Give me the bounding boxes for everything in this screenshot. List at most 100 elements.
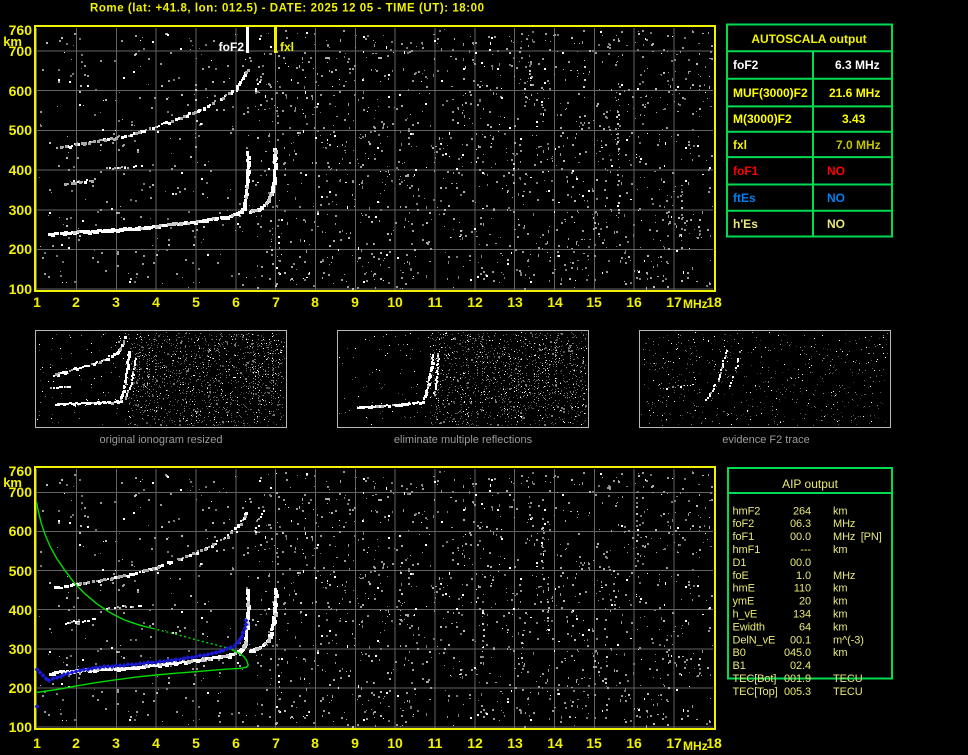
svg-text:ftEs: ftEs xyxy=(733,191,756,205)
svg-text:3: 3 xyxy=(112,294,120,310)
svg-text:9: 9 xyxy=(351,294,359,310)
svg-text:15: 15 xyxy=(586,735,602,751)
svg-text:1: 1 xyxy=(33,735,41,751)
svg-text:6.3 MHz: 6.3 MHz xyxy=(835,58,880,72)
svg-text:h'Es: h'Es xyxy=(733,217,758,231)
svg-text:original ionogram resized: original ionogram resized xyxy=(100,434,223,446)
svg-text:km: km xyxy=(833,596,847,608)
svg-text:300: 300 xyxy=(9,202,33,218)
svg-text:hmE: hmE xyxy=(733,583,755,595)
svg-text:001.9: 001.9 xyxy=(784,673,811,685)
svg-text:400: 400 xyxy=(9,602,33,618)
svg-text:fxl: fxl xyxy=(733,138,747,152)
svg-text:TECU: TECU xyxy=(833,686,863,698)
svg-text:00.0: 00.0 xyxy=(790,531,811,543)
svg-text:600: 600 xyxy=(9,83,33,99)
svg-text:D1: D1 xyxy=(733,557,747,569)
svg-text:200: 200 xyxy=(9,241,33,257)
svg-text:11: 11 xyxy=(428,294,443,310)
svg-text:TEC[Top]: TEC[Top] xyxy=(733,686,778,698)
svg-text:MHz: MHz xyxy=(683,297,708,311)
svg-text:12: 12 xyxy=(467,294,483,310)
svg-text:6: 6 xyxy=(232,294,240,310)
svg-text:134: 134 xyxy=(793,609,811,621)
svg-text:16: 16 xyxy=(626,294,642,310)
svg-text:10: 10 xyxy=(387,294,403,310)
svg-text:00.0: 00.0 xyxy=(790,557,811,569)
svg-text:km: km xyxy=(833,621,847,633)
svg-text:7: 7 xyxy=(272,294,280,310)
svg-text:300: 300 xyxy=(9,641,33,657)
svg-text:64: 64 xyxy=(799,621,811,633)
svg-text:evidence F2 trace: evidence F2 trace xyxy=(722,434,809,446)
svg-text:h_vE: h_vE xyxy=(733,609,758,621)
svg-text:02.4: 02.4 xyxy=(790,660,811,672)
svg-text:M(3000)F2: M(3000)F2 xyxy=(733,112,792,126)
svg-text:500: 500 xyxy=(9,563,33,579)
svg-text:17: 17 xyxy=(666,735,682,751)
svg-text:1.0: 1.0 xyxy=(796,570,811,582)
svg-text:MHz: MHz xyxy=(833,518,855,530)
svg-text:MUF(3000)F2: MUF(3000)F2 xyxy=(733,86,808,100)
svg-text:km: km xyxy=(833,583,847,595)
svg-text:9: 9 xyxy=(351,735,359,751)
svg-text:---: --- xyxy=(800,544,811,556)
svg-text:B0: B0 xyxy=(733,647,746,659)
svg-text:7.0 MHz: 7.0 MHz xyxy=(836,138,881,152)
svg-text:2: 2 xyxy=(72,735,80,751)
svg-text:18: 18 xyxy=(706,735,722,751)
svg-text:3.43: 3.43 xyxy=(842,112,866,126)
svg-text:14: 14 xyxy=(547,294,563,310)
svg-text:NO: NO xyxy=(827,164,845,178)
svg-text:110: 110 xyxy=(794,583,811,595)
svg-text:18: 18 xyxy=(706,294,722,310)
svg-text:MHz: MHz xyxy=(683,739,708,753)
svg-text:m^(-3): m^(-3) xyxy=(833,634,864,646)
svg-text:AIP output: AIP output xyxy=(782,477,838,491)
svg-text:12: 12 xyxy=(467,735,483,751)
svg-text:hmF2: hmF2 xyxy=(733,505,761,517)
svg-text:100: 100 xyxy=(9,719,33,735)
svg-text:Rome (lat: +41.8, lon: 012.5): Rome (lat: +41.8, lon: 012.5) - DATE: 20… xyxy=(90,3,484,15)
svg-text:[PN]: [PN] xyxy=(861,531,882,543)
svg-text:km: km xyxy=(833,544,847,556)
svg-text:21.6 MHz: 21.6 MHz xyxy=(829,86,880,100)
svg-text:NO: NO xyxy=(827,191,845,205)
svg-text:foF2: foF2 xyxy=(733,58,759,72)
svg-text:Ewidth: Ewidth xyxy=(733,621,765,633)
svg-text:4: 4 xyxy=(152,735,160,751)
svg-text:eliminate multiple reflections: eliminate multiple reflections xyxy=(394,434,533,446)
svg-text:8: 8 xyxy=(311,735,319,751)
svg-text:5: 5 xyxy=(192,735,200,751)
svg-text:km: km xyxy=(833,505,847,517)
svg-text:foF2: foF2 xyxy=(219,40,245,54)
svg-text:MHz: MHz xyxy=(833,570,855,582)
svg-text:400: 400 xyxy=(9,162,33,178)
svg-text:13: 13 xyxy=(507,294,523,310)
svg-text:16: 16 xyxy=(626,735,642,751)
svg-text:264: 264 xyxy=(793,505,811,517)
svg-text:005.3: 005.3 xyxy=(784,686,811,698)
svg-text:foF1: foF1 xyxy=(733,531,755,543)
svg-text:TEC[Bot]: TEC[Bot] xyxy=(733,673,777,685)
svg-text:foF1: foF1 xyxy=(733,164,759,178)
svg-text:TECU: TECU xyxy=(833,673,863,685)
svg-text:MHz: MHz xyxy=(833,531,855,543)
svg-text:foF2: foF2 xyxy=(733,518,755,530)
svg-text:11: 11 xyxy=(428,735,443,751)
svg-text:km: km xyxy=(833,609,847,621)
svg-text:hmF1: hmF1 xyxy=(733,544,761,556)
svg-text:5: 5 xyxy=(192,294,200,310)
svg-text:6: 6 xyxy=(232,735,240,751)
svg-text:NO: NO xyxy=(827,217,845,231)
svg-text:500: 500 xyxy=(9,122,33,138)
svg-text:8: 8 xyxy=(311,294,319,310)
svg-text:700: 700 xyxy=(9,484,33,500)
svg-text:00.1: 00.1 xyxy=(790,634,811,646)
svg-text:4: 4 xyxy=(152,294,160,310)
svg-text:045.0: 045.0 xyxy=(784,647,811,659)
svg-text:10: 10 xyxy=(387,735,403,751)
svg-text:B1: B1 xyxy=(733,660,746,672)
svg-text:AUTOSCALA output: AUTOSCALA output xyxy=(751,32,866,46)
svg-text:fxl: fxl xyxy=(280,40,294,54)
